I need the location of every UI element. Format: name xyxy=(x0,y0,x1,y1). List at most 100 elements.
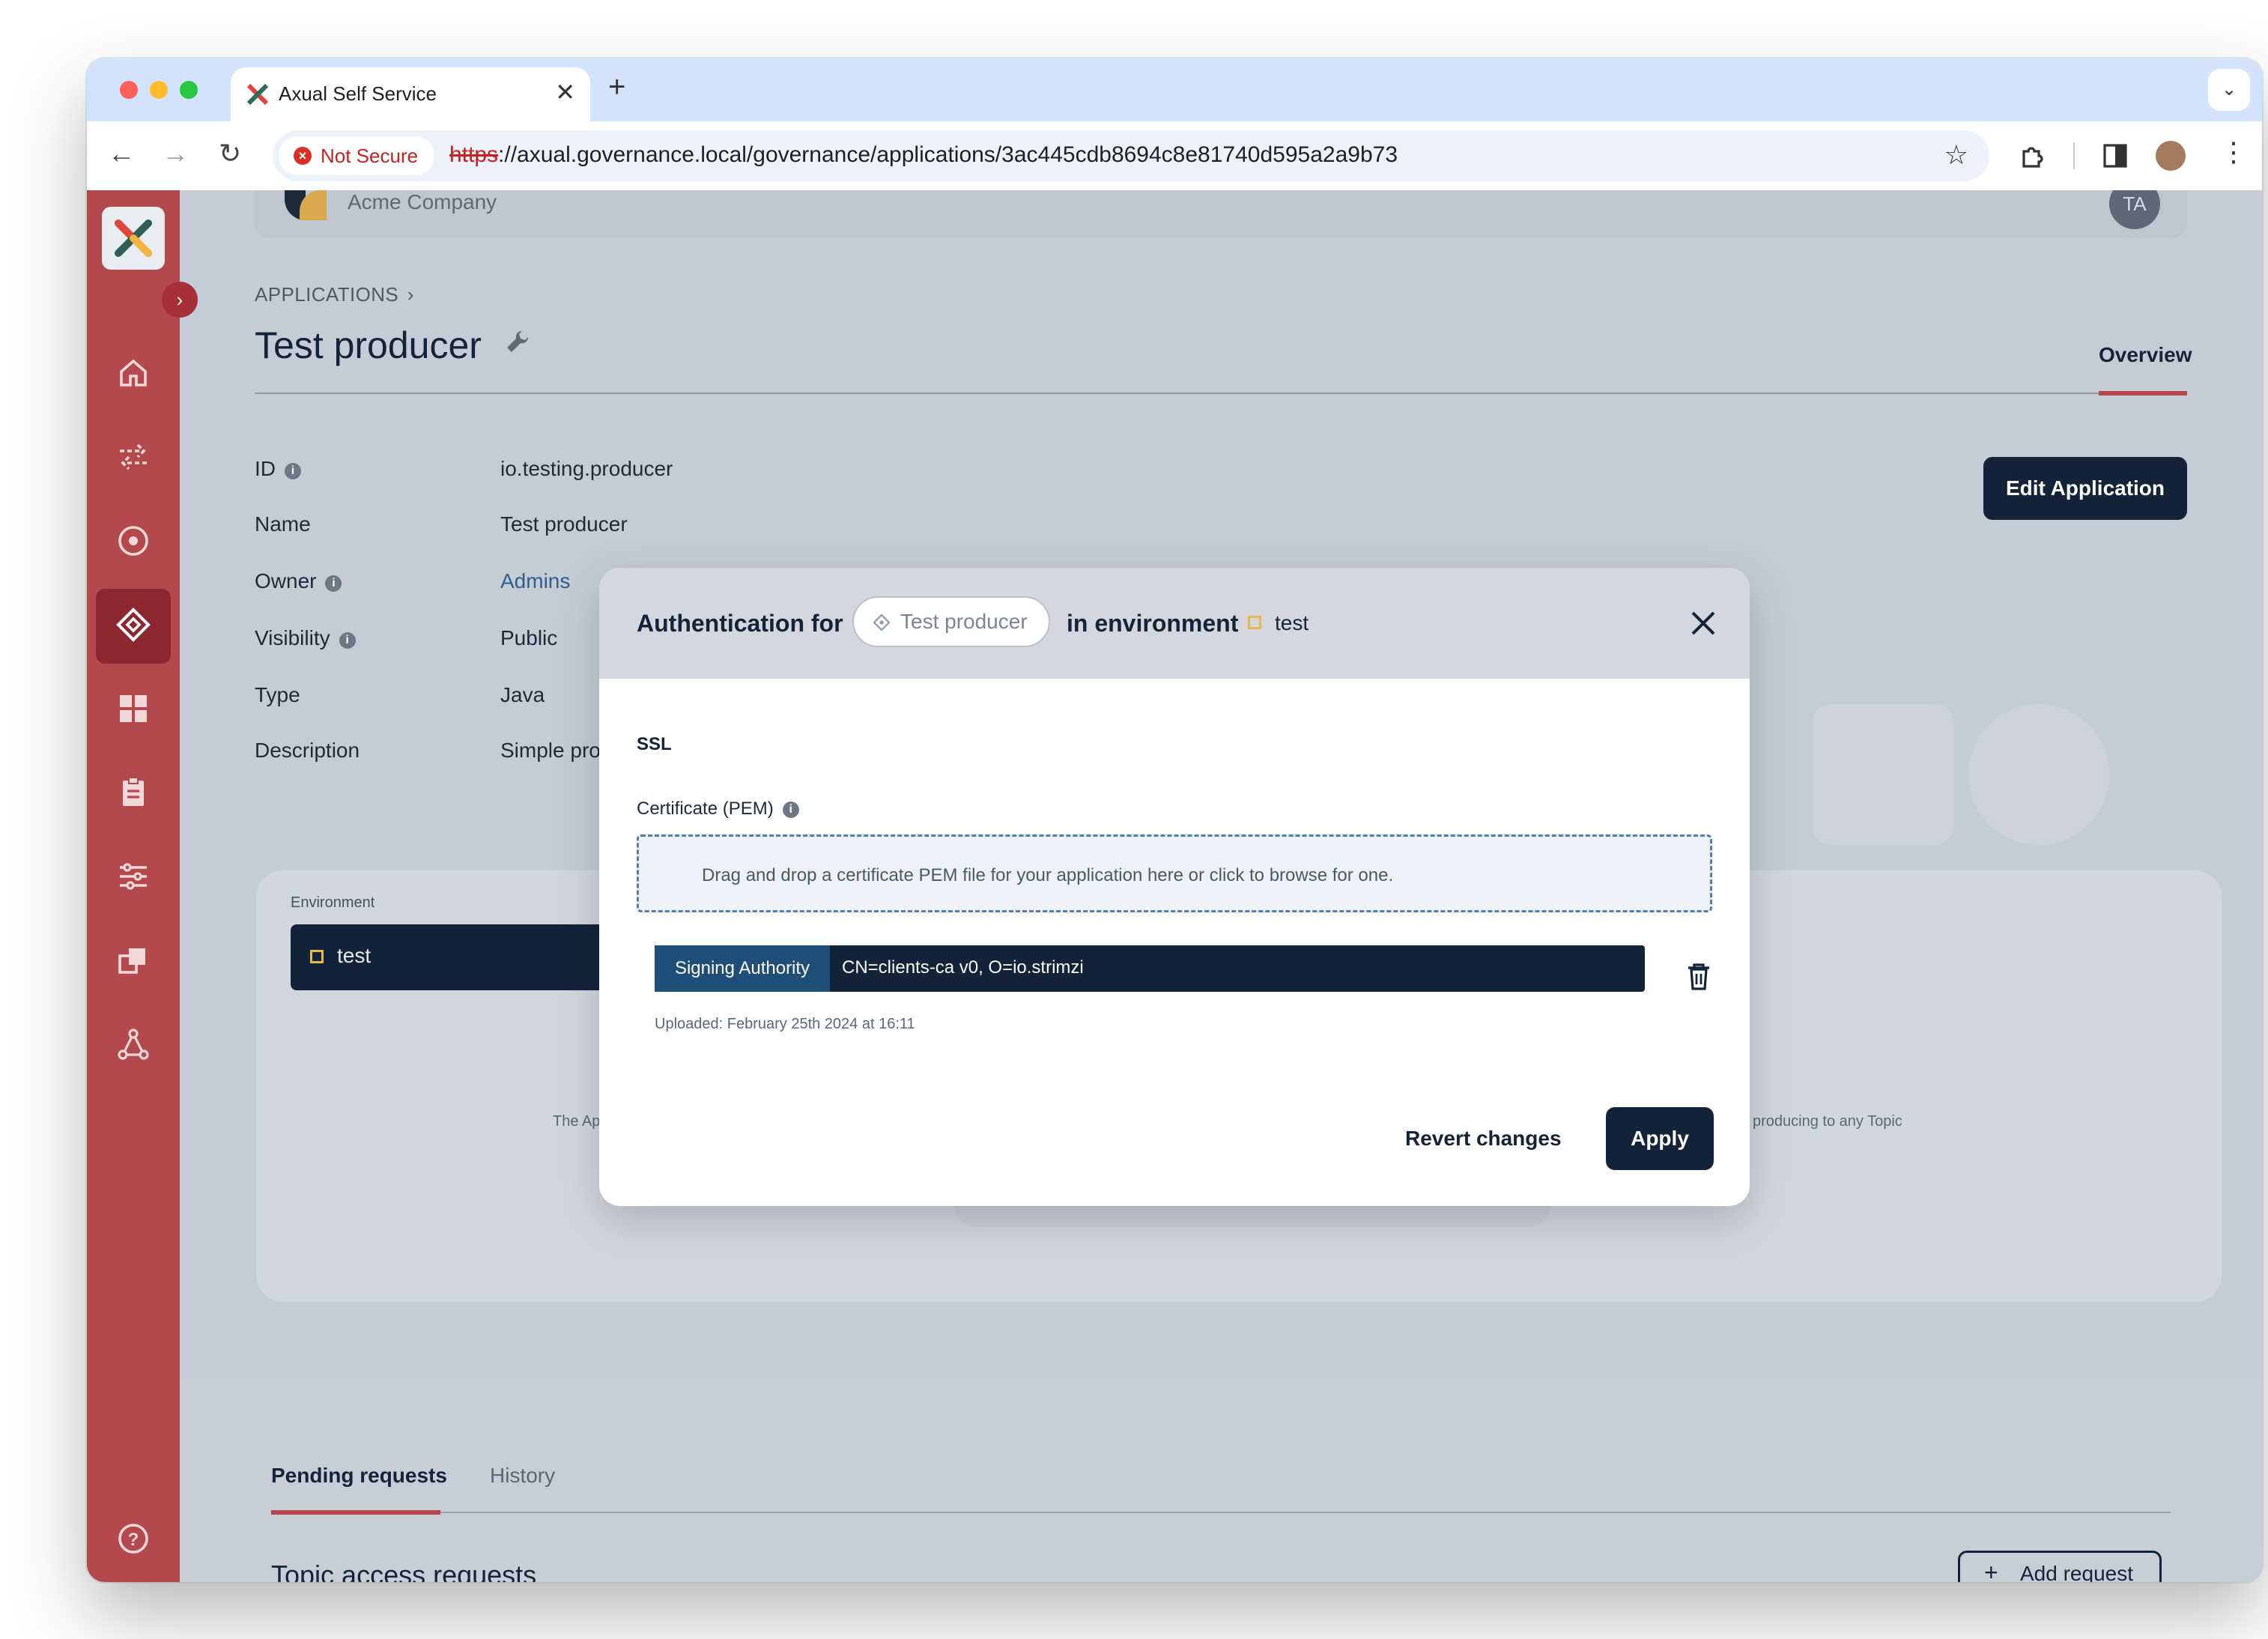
axual-favicon-icon xyxy=(246,83,269,106)
environment-selector-test[interactable]: test xyxy=(291,924,650,990)
owner-link[interactable]: Admins xyxy=(500,569,570,593)
name-value: Test producer xyxy=(500,512,628,536)
revert-changes-button[interactable]: Revert changes xyxy=(1405,1127,1562,1151)
clipboard-icon[interactable] xyxy=(115,775,151,811)
certificate-dropzone[interactable]: Drag and drop a certificate PEM file for… xyxy=(637,834,1712,912)
info-icon[interactable]: i xyxy=(285,463,301,479)
side-panel-icon[interactable] xyxy=(2103,144,2127,168)
topic-access-requests-title: Topic access requests xyxy=(271,1560,537,1582)
tab-pending-requests[interactable]: Pending requests xyxy=(271,1464,447,1488)
company-logo xyxy=(279,190,327,226)
bookmark-star-icon[interactable]: ☆ xyxy=(1944,139,1968,171)
applications-icon[interactable] xyxy=(115,607,151,643)
close-icon[interactable] xyxy=(1687,607,1720,640)
dashboard-icon[interactable] xyxy=(115,691,151,727)
environment-label: Environment xyxy=(291,894,375,911)
environment-icon xyxy=(1248,616,1261,629)
navigation-bar: ← → ↻ × Not Secure https://axual.governa… xyxy=(87,121,2262,192)
name-label: Name xyxy=(255,512,311,536)
copy-icon[interactable] xyxy=(115,942,151,978)
target-icon[interactable] xyxy=(115,523,151,559)
decorative-shape xyxy=(1968,704,2109,845)
certificate-row: Signing Authority CN=clients-ca v0, O=io… xyxy=(655,945,1645,992)
dialog-header: Authentication for Test producer in envi… xyxy=(599,568,1750,679)
address-bar[interactable]: × Not Secure https://axual.governance.lo… xyxy=(273,130,1989,181)
company-name: Acme Company xyxy=(348,190,497,213)
close-tab-icon[interactable]: ✕ xyxy=(555,78,575,106)
back-icon[interactable]: ← xyxy=(108,138,135,169)
info-icon[interactable]: i xyxy=(339,632,356,649)
settings-sliders-icon[interactable] xyxy=(115,858,151,894)
trash-icon[interactable] xyxy=(1687,963,1711,990)
environment-name: test xyxy=(337,944,372,967)
user-avatar[interactable]: TA xyxy=(2109,190,2160,229)
environment-hint-right: producing to any Topic xyxy=(1753,1113,1902,1130)
edit-application-button[interactable]: Edit Application xyxy=(1983,457,2187,520)
title-divider xyxy=(255,393,2187,394)
application-icon xyxy=(873,614,890,631)
profile-avatar[interactable] xyxy=(2156,141,2186,171)
type-label: Type xyxy=(255,683,300,706)
dropzone-text: Drag and drop a certificate PEM file for… xyxy=(702,865,1394,885)
description-value: Simple pro xyxy=(500,739,601,762)
new-tab-icon[interactable]: + xyxy=(608,70,625,104)
axual-logo[interactable] xyxy=(102,207,165,270)
page-title-text: Test producer xyxy=(255,324,482,366)
streams-icon[interactable] xyxy=(115,439,151,475)
svg-text:?: ? xyxy=(128,1530,139,1550)
close-window-button[interactable] xyxy=(120,81,138,99)
description-label: Description xyxy=(255,739,360,762)
security-label: Not Secure xyxy=(321,145,419,167)
tab-title: Axual Self Service xyxy=(279,82,437,105)
decorative-shape xyxy=(1813,704,1953,845)
ssl-heading: SSL xyxy=(637,734,672,754)
forward-icon[interactable]: → xyxy=(162,138,189,169)
tab-history[interactable]: History xyxy=(490,1464,555,1488)
browser-menu-icon[interactable]: ⋮ xyxy=(2220,136,2247,168)
extensions-icon[interactable] xyxy=(2019,142,2046,169)
security-indicator[interactable]: × Not Secure xyxy=(279,136,434,175)
application-chip-label: Test producer xyxy=(900,610,1028,633)
certificate-cn: CN=clients-ca v0, O=io.strimzi xyxy=(842,957,1084,978)
maximize-window-button[interactable] xyxy=(180,81,198,99)
company-header: Acme Company TA xyxy=(255,190,2187,238)
url-scheme: https xyxy=(449,142,499,167)
type-value: Java xyxy=(500,683,545,706)
tab-bar: Axual Self Service ✕ + ⌄ xyxy=(87,58,2262,121)
toolbar-divider xyxy=(2073,142,2075,169)
certificate-label: Certificate (PEM) i xyxy=(637,799,799,820)
id-value: io.testing.producer xyxy=(500,457,673,480)
network-icon[interactable] xyxy=(115,1026,151,1062)
browser-window: Axual Self Service ✕ + ⌄ ← → ↻ × Not Sec… xyxy=(87,58,2262,1582)
add-request-button[interactable]: + Add request xyxy=(1958,1551,2162,1582)
tab-search-dropdown-icon[interactable]: ⌄ xyxy=(2208,69,2250,111)
dialog-environment-name: test xyxy=(1275,611,1309,634)
add-request-label: Add request xyxy=(2020,1562,2133,1582)
id-label: ID i xyxy=(255,457,301,481)
info-icon[interactable]: i xyxy=(782,802,799,818)
visibility-label: Visibility i xyxy=(255,626,356,650)
browser-tab[interactable]: Axual Self Service ✕ xyxy=(231,67,590,121)
tab-overview-indicator xyxy=(2099,391,2187,396)
sidebar-expand-button[interactable]: › xyxy=(162,282,198,318)
warning-icon: × xyxy=(294,147,312,165)
breadcrumb-applications[interactable]: APPLICATIONS xyxy=(255,283,398,306)
apply-button[interactable]: Apply xyxy=(1606,1107,1714,1170)
url-text[interactable]: https://axual.governance.local/governanc… xyxy=(449,142,1398,168)
owner-label: Owner i xyxy=(255,569,342,593)
info-icon[interactable]: i xyxy=(325,575,342,592)
environment-icon xyxy=(310,950,324,963)
help-icon[interactable]: ? xyxy=(115,1521,151,1557)
chevron-right-icon: › xyxy=(407,283,414,306)
minimize-window-button[interactable] xyxy=(150,81,168,99)
reload-icon[interactable]: ↻ xyxy=(219,138,241,169)
tab-overview[interactable]: Overview xyxy=(2099,343,2192,367)
authentication-dialog: Authentication for Test producer in envi… xyxy=(599,568,1750,1206)
requests-section: Pending requests History Topic access re… xyxy=(180,1377,2262,1582)
app-viewport: ? › Acme Company TA APPLICATIONS › Test … xyxy=(87,190,2262,1582)
breadcrumb[interactable]: APPLICATIONS › xyxy=(255,283,414,306)
axual-logo-icon xyxy=(115,219,152,257)
dialog-title-prefix: Authentication for xyxy=(637,610,843,637)
wrench-icon xyxy=(506,330,528,352)
home-icon[interactable] xyxy=(115,355,151,391)
